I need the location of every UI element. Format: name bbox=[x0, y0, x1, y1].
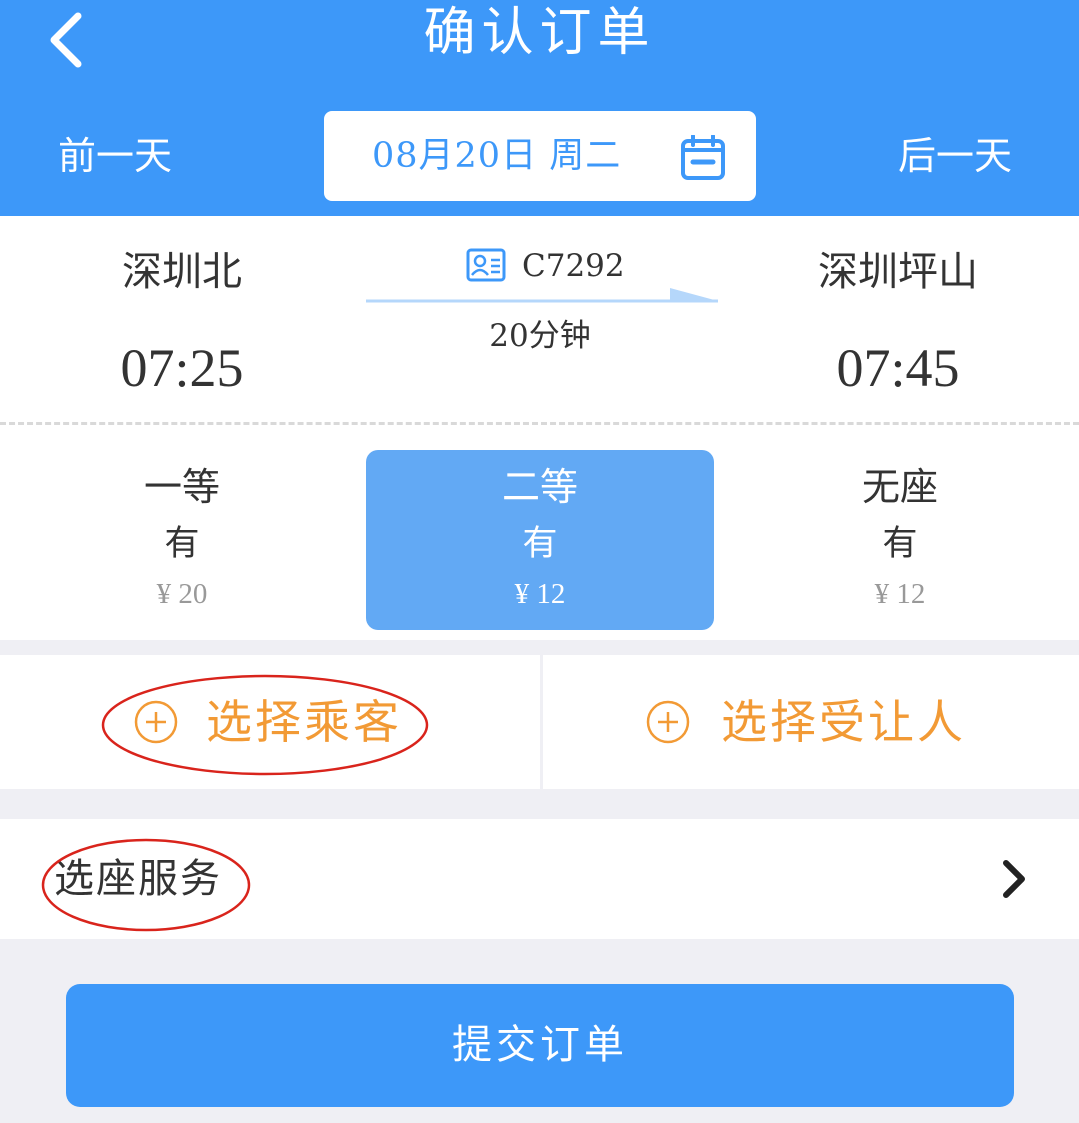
divider bbox=[0, 422, 1079, 425]
seat-price: ¥ 20 bbox=[156, 578, 208, 610]
seat-price: ¥ 12 bbox=[874, 578, 926, 610]
plus-circle-icon bbox=[646, 700, 690, 744]
prev-day-button[interactable]: 前一天 bbox=[58, 128, 172, 184]
annotation-ellipse bbox=[41, 838, 251, 932]
direction-arrow-icon bbox=[366, 288, 718, 303]
trip-duration: 20分钟 bbox=[489, 318, 591, 354]
from-station: 深圳北 bbox=[122, 249, 242, 295]
passenger-selection-row: 选择乘客 选择受让人 bbox=[0, 655, 1079, 789]
select-beneficiary-button[interactable]: 选择受让人 bbox=[543, 655, 1079, 789]
seat-option-second-class[interactable]: 二等 有 ¥ 12 bbox=[366, 450, 714, 630]
next-day-button[interactable]: 后一天 bbox=[898, 128, 1012, 184]
seat-availability: 有 bbox=[164, 524, 200, 564]
train-number-text: C7292 bbox=[522, 248, 625, 284]
seat-name: 无座 bbox=[861, 465, 938, 509]
chevron-left-icon bbox=[50, 12, 82, 68]
to-station: 深圳坪山 bbox=[818, 249, 978, 295]
train-info-card: 深圳北 07:25 C7292 20分钟 深圳坪山 07:45 一等 有 ¥ 2… bbox=[0, 216, 1079, 640]
chevron-right-icon bbox=[1003, 860, 1025, 898]
seat-availability: 有 bbox=[882, 524, 918, 564]
page-title: 确认订单 bbox=[423, 3, 656, 63]
select-passenger-button[interactable]: 选择乘客 bbox=[0, 655, 540, 789]
seat-option-first-class[interactable]: 一等 有 ¥ 20 bbox=[8, 450, 356, 630]
seat-name: 一等 bbox=[143, 465, 220, 509]
id-card-icon bbox=[466, 248, 506, 282]
arrival-time: 07:45 bbox=[836, 338, 960, 398]
header-bar: 确认订单 前一天 08月20日 周二 后一天 bbox=[0, 0, 1079, 216]
date-picker[interactable]: 08月20日 周二 bbox=[324, 111, 756, 201]
seat-service-row[interactable]: 选座服务 bbox=[0, 819, 1079, 939]
submit-order-button[interactable]: 提交订单 bbox=[66, 984, 1014, 1107]
seat-price: ¥ 12 bbox=[514, 578, 566, 610]
date-text: 08月20日 周二 bbox=[372, 136, 622, 176]
select-beneficiary-label: 选择受让人 bbox=[721, 695, 966, 749]
departure-time: 07:25 bbox=[120, 338, 244, 398]
annotation-ellipse bbox=[101, 674, 429, 776]
calendar-icon bbox=[681, 135, 725, 180]
seat-name: 二等 bbox=[501, 465, 578, 509]
back-button[interactable] bbox=[40, 8, 100, 68]
seat-availability: 有 bbox=[522, 524, 558, 564]
seat-option-no-seat[interactable]: 无座 有 ¥ 12 bbox=[726, 450, 1074, 630]
